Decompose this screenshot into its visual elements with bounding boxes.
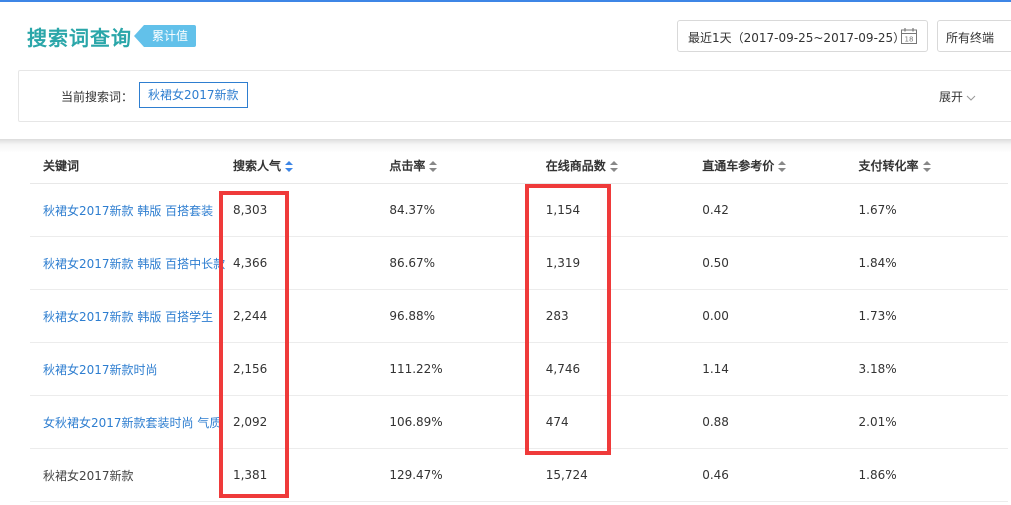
popularity-cell: 4,366 bbox=[232, 236, 390, 290]
date-range-text: 最近1天（2017-09-25~2017-09-25） bbox=[688, 31, 906, 45]
sort-icon[interactable] bbox=[609, 160, 618, 173]
ctr-cell: 129.47% bbox=[389, 448, 546, 502]
ref-price-cell: 0.46 bbox=[702, 448, 859, 502]
keyword-link[interactable]: 秋裙女2017新款 韩版 百搭中长款 bbox=[30, 236, 233, 290]
table-row: 秋裙女2017新款时尚 2,156 111.22% 4,746 1.14 3.1… bbox=[30, 342, 1008, 396]
online-items-cell: 4,746 bbox=[545, 342, 703, 396]
terminal-select[interactable]: 所有终端 bbox=[937, 20, 1011, 52]
popularity-cell: 2,092 bbox=[232, 395, 390, 449]
col-header-online-items[interactable]: 在线商品数 bbox=[545, 148, 703, 184]
col-header-popularity[interactable]: 搜索人气 bbox=[232, 148, 390, 184]
calendar-icon[interactable]: 18 bbox=[900, 27, 918, 45]
sort-icon[interactable] bbox=[922, 160, 931, 173]
popularity-cell: 2,156 bbox=[232, 342, 390, 396]
ctr-cell: 96.88% bbox=[389, 289, 546, 343]
online-items-cell: 1,319 bbox=[545, 236, 703, 290]
online-items-cell: 15,724 bbox=[545, 448, 703, 502]
col-header-conversion[interactable]: 支付转化率 bbox=[858, 148, 1008, 184]
table-row: 女秋裙女2017新款套装时尚 气质 2,092 106.89% 474 0.88… bbox=[30, 395, 1008, 449]
conversion-cell: 3.18% bbox=[858, 342, 1008, 396]
ref-price-cell: 0.00 bbox=[702, 289, 859, 343]
table-row: 秋裙女2017新款 1,381 129.47% 15,724 0.46 1.86… bbox=[30, 448, 1008, 502]
keyword-link[interactable]: 女秋裙女2017新款套装时尚 气质 bbox=[30, 395, 233, 449]
popularity-cell: 8,303 bbox=[232, 183, 390, 237]
current-term-chip[interactable]: 秋裙女2017新款 bbox=[139, 82, 248, 108]
ref-price-cell: 1.14 bbox=[702, 342, 859, 396]
ctr-cell: 106.89% bbox=[389, 395, 546, 449]
ctr-cell: 111.22% bbox=[389, 342, 546, 396]
table-row: 秋裙女2017新款 韩版 百搭学生 2,244 96.88% 283 0.00 … bbox=[30, 289, 1008, 343]
expand-toggle[interactable]: 展开 bbox=[939, 88, 976, 105]
conversion-cell: 1.67% bbox=[858, 183, 1008, 237]
cumulative-tag[interactable]: 累计值 bbox=[133, 25, 197, 47]
ref-price-cell: 0.42 bbox=[702, 183, 859, 237]
online-items-cell: 1,154 bbox=[545, 183, 703, 237]
table-row: 秋裙女2017新款 韩版 百搭套装 8,303 84.37% 1,154 0.4… bbox=[30, 183, 1008, 237]
conversion-cell: 2.01% bbox=[858, 395, 1008, 449]
sort-icon[interactable] bbox=[284, 160, 293, 173]
ctr-cell: 84.37% bbox=[389, 183, 546, 237]
calendar-day: 18 bbox=[905, 36, 914, 44]
ref-price-cell: 0.88 bbox=[702, 395, 859, 449]
keyword-link[interactable]: 秋裙女2017新款 韩版 百搭学生 bbox=[30, 289, 233, 343]
col-header-ref-price[interactable]: 直通车参考价 bbox=[702, 148, 859, 184]
popularity-cell: 1,381 bbox=[232, 448, 390, 502]
keyword-link[interactable]: 秋裙女2017新款 韩版 百搭套装 bbox=[30, 183, 233, 237]
top-accent-line bbox=[0, 0, 1011, 2]
chevron-down-icon bbox=[966, 95, 976, 101]
page-title: 搜索词查询 bbox=[27, 26, 132, 50]
search-term-filter-panel: 当前搜索词： 秋裙女2017新款 展开 bbox=[18, 70, 1011, 122]
current-term-label: 当前搜索词： bbox=[61, 90, 134, 104]
col-header-keyword: 关键词 bbox=[30, 148, 233, 184]
col-header-ctr[interactable]: 点击率 bbox=[389, 148, 546, 184]
keyword-text: 秋裙女2017新款 bbox=[30, 448, 233, 502]
popularity-cell: 2,244 bbox=[232, 289, 390, 343]
online-items-cell: 474 bbox=[545, 395, 703, 449]
search-term-table: 关键词 搜索人气 点击率 在线商品数 直通车参考价 支付转化率 秋裙女2017新… bbox=[30, 148, 1008, 502]
date-range-picker[interactable]: 最近1天（2017-09-25~2017-09-25） 18 bbox=[677, 20, 928, 52]
table-row: 秋裙女2017新款 韩版 百搭中长款 4,366 86.67% 1,319 0.… bbox=[30, 236, 1008, 290]
conversion-cell: 1.84% bbox=[858, 236, 1008, 290]
online-items-cell: 283 bbox=[545, 289, 703, 343]
keyword-link[interactable]: 秋裙女2017新款时尚 bbox=[30, 342, 233, 396]
ctr-cell: 86.67% bbox=[389, 236, 546, 290]
terminal-select-value: 所有终端 bbox=[946, 31, 995, 45]
ref-price-cell: 0.50 bbox=[702, 236, 859, 290]
conversion-cell: 1.86% bbox=[858, 448, 1008, 502]
table-header-row: 关键词 搜索人气 点击率 在线商品数 直通车参考价 支付转化率 bbox=[30, 148, 1008, 184]
sort-icon[interactable] bbox=[778, 160, 787, 173]
expand-label: 展开 bbox=[939, 90, 964, 104]
conversion-cell: 1.73% bbox=[858, 289, 1008, 343]
sort-icon[interactable] bbox=[429, 160, 438, 173]
